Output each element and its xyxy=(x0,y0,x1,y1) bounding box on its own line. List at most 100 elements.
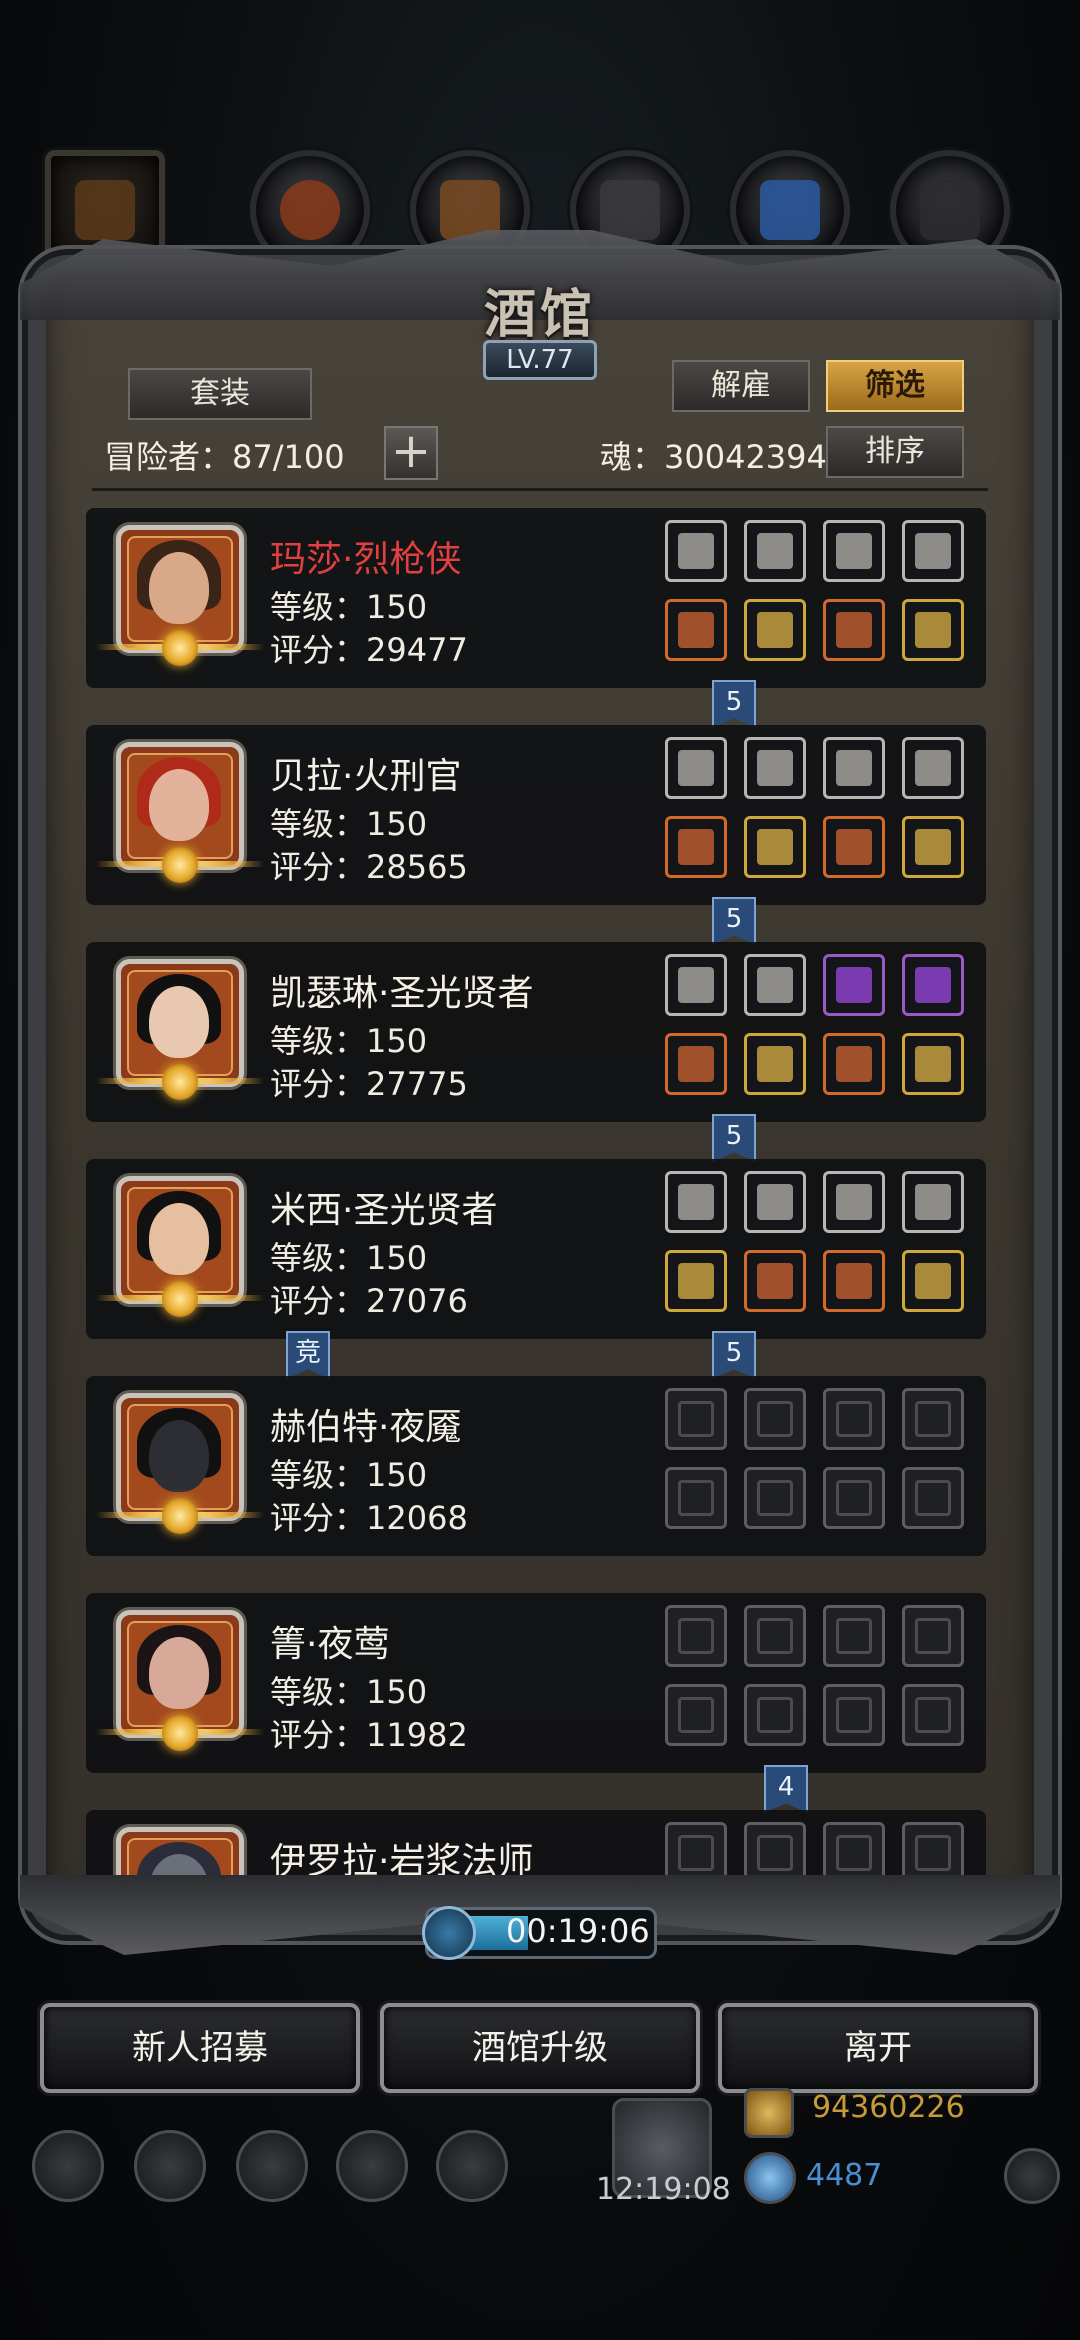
dismiss-button[interactable]: 解雇 xyxy=(672,360,810,412)
equipment-slot[interactable] xyxy=(665,520,727,582)
hero-portrait[interactable] xyxy=(116,1827,244,1880)
equipment-slot[interactable] xyxy=(744,816,806,878)
equipment-slot[interactable] xyxy=(744,599,806,661)
equipment-slot[interactable] xyxy=(665,1171,727,1233)
horn-icon xyxy=(836,533,872,569)
hero-level: 等级：150 xyxy=(270,1456,428,1494)
upgrade-tavern-button[interactable]: 酒馆升级 xyxy=(380,2003,700,2093)
equipment-slot[interactable] xyxy=(902,1250,964,1312)
equipment-slot[interactable] xyxy=(744,954,806,1016)
equipment-slot[interactable] xyxy=(902,1467,964,1529)
equipment-slot[interactable] xyxy=(744,1033,806,1095)
settings-icon[interactable] xyxy=(32,2130,104,2202)
arena-badge: 竞 xyxy=(286,1331,330,1379)
armor-icon xyxy=(757,1263,793,1299)
equipment-slot[interactable] xyxy=(823,1684,885,1746)
mace-icon xyxy=(915,1263,951,1299)
equipment-slot[interactable] xyxy=(665,1822,727,1880)
hero-list[interactable]: 玛莎·烈枪侠 等级：150 评分：29477 5 贝拉·火刑官 等级：150 评分：2856… xyxy=(86,508,986,1880)
equipment-slot[interactable] xyxy=(823,1388,885,1450)
equipment-slot[interactable] xyxy=(823,954,885,1016)
equipment-slot[interactable] xyxy=(823,1033,885,1095)
equipment-slot[interactable] xyxy=(665,954,727,1016)
hero-card[interactable]: 凯瑟琳·圣光贤者 等级：150 评分：27775 xyxy=(86,942,986,1122)
hourglass-slot-icon xyxy=(836,1401,872,1437)
add-slot-button[interactable]: + xyxy=(384,426,438,480)
equipment-slot[interactable] xyxy=(902,816,964,878)
equipment-slot[interactable] xyxy=(665,737,727,799)
equipment-slot[interactable] xyxy=(744,520,806,582)
equipment-slot[interactable] xyxy=(902,599,964,661)
equipment-slot[interactable] xyxy=(665,1605,727,1667)
equipment-slot[interactable] xyxy=(744,737,806,799)
equipment-slot[interactable] xyxy=(744,1467,806,1529)
hero-score: 评分：27775 xyxy=(270,1065,468,1103)
hero-card[interactable]: 伊罗拉·岩浆法师 xyxy=(86,1810,986,1880)
equipment-slot[interactable] xyxy=(665,1467,727,1529)
equipment-slot[interactable] xyxy=(902,737,964,799)
equipment-slot[interactable] xyxy=(902,520,964,582)
equipment-slot[interactable] xyxy=(902,1033,964,1095)
potion-icon xyxy=(836,1263,872,1299)
equipment-slot[interactable] xyxy=(902,1605,964,1667)
tab-crystal[interactable] xyxy=(730,150,850,270)
equipment-slot[interactable] xyxy=(744,1684,806,1746)
leave-button[interactable]: 离开 xyxy=(718,2003,1038,2093)
equipment-slot[interactable] xyxy=(823,816,885,878)
star-badge: 5 xyxy=(712,680,756,728)
hero-score: 评分：29477 xyxy=(270,631,468,669)
feather-icon xyxy=(836,750,872,786)
set-button[interactable]: 套装 xyxy=(128,368,312,420)
equipment-slot[interactable] xyxy=(823,1467,885,1529)
hourglass-slot-icon xyxy=(836,1835,872,1871)
star-badge: 5 xyxy=(712,1331,756,1379)
hero-card[interactable]: 玛莎·烈枪侠 等级：150 评分：29477 xyxy=(86,508,986,688)
equipment-slot[interactable] xyxy=(823,737,885,799)
hero-card[interactable]: 米西·圣光贤者 等级：150 评分：27076 xyxy=(86,1159,986,1339)
gem-icon xyxy=(744,2152,796,2204)
equipment-slot[interactable] xyxy=(823,520,885,582)
equipment-slot[interactable] xyxy=(665,816,727,878)
equipment-slot[interactable] xyxy=(823,1171,885,1233)
equipment-slot[interactable] xyxy=(744,1605,806,1667)
hero-card[interactable]: 箐·夜莺 等级：150 评分：11982 xyxy=(86,1593,986,1773)
equipment-slot[interactable] xyxy=(823,599,885,661)
equipment-slot[interactable] xyxy=(902,954,964,1016)
soul-count: 魂：30042394 xyxy=(600,438,827,476)
filter-button[interactable]: 筛选 xyxy=(826,360,964,412)
equipment-slot[interactable] xyxy=(744,1171,806,1233)
helmet-icon xyxy=(678,533,714,569)
book-icon[interactable] xyxy=(236,2130,308,2202)
guild-icon[interactable] xyxy=(134,2130,206,2202)
equipment-slot[interactable] xyxy=(744,1250,806,1312)
equipment-slot[interactable] xyxy=(902,1822,964,1880)
tab-food[interactable] xyxy=(250,150,370,270)
hero-card[interactable]: 赫伯特·夜魇 等级：150 评分：12068 xyxy=(86,1376,986,1556)
equipment-slot[interactable] xyxy=(902,1388,964,1450)
equipment-slot[interactable] xyxy=(744,1388,806,1450)
equipment-slot[interactable] xyxy=(665,1033,727,1095)
mail-icon[interactable] xyxy=(336,2130,408,2202)
equipment-slot[interactable] xyxy=(823,1605,885,1667)
equipment-slot[interactable] xyxy=(744,1822,806,1880)
food-icon xyxy=(280,180,340,240)
add-gem-icon[interactable] xyxy=(1004,2148,1060,2204)
equipment-slot[interactable] xyxy=(665,1250,727,1312)
equipment-slot[interactable] xyxy=(902,1171,964,1233)
refresh-timer: 00:19:06 xyxy=(422,1906,657,1960)
equipment-slot[interactable] xyxy=(665,599,727,661)
equipment-slot[interactable] xyxy=(665,1388,727,1450)
equipment-slot[interactable] xyxy=(823,1822,885,1880)
equipment-slot[interactable] xyxy=(665,1684,727,1746)
ring-slot-icon xyxy=(836,1480,872,1516)
hero-face xyxy=(149,769,209,841)
equipment-slot[interactable] xyxy=(902,1684,964,1746)
recruit-button[interactable]: 新人招募 xyxy=(40,2003,360,2093)
hero-name: 米西·圣光贤者 xyxy=(270,1190,498,1231)
shop-icon[interactable] xyxy=(436,2130,508,2202)
hero-score: 评分：11982 xyxy=(270,1716,468,1754)
hero-card[interactable]: 贝拉·火刑官 等级：150 评分：28565 xyxy=(86,725,986,905)
sort-button[interactable]: 排序 xyxy=(826,426,964,478)
amethyst-icon xyxy=(836,967,872,1003)
equipment-slot[interactable] xyxy=(823,1250,885,1312)
